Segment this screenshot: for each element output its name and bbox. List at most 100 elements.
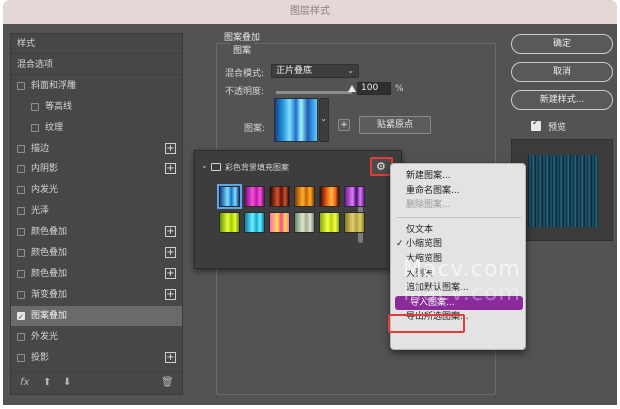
style-item[interactable]: 外发光 xyxy=(11,327,182,347)
style-item-label: 渐变叠加 xyxy=(31,289,68,300)
style-checkbox[interactable] xyxy=(17,228,25,237)
style-item-label: 样式 xyxy=(17,39,36,49)
chevron-down-icon: ⌄ xyxy=(320,114,327,123)
style-item[interactable]: 颜色叠加 + xyxy=(11,243,182,263)
style-item-label: 描边 xyxy=(31,143,50,154)
menu-item[interactable]: 仅文本 xyxy=(391,223,527,237)
add-effect-icon[interactable]: + xyxy=(165,351,176,363)
menu-item[interactable]: 新建图案... xyxy=(391,169,527,183)
style-checkbox[interactable] xyxy=(31,123,39,132)
add-effect-icon[interactable]: + xyxy=(165,267,176,279)
style-item[interactable]: 样式 xyxy=(11,34,182,54)
blend-mode-select[interactable]: 正片叠底 ⌄ xyxy=(271,64,359,78)
style-item[interactable]: 等高线 xyxy=(11,97,182,117)
style-item[interactable]: 光泽 xyxy=(11,201,182,221)
opacity-slider-track[interactable] xyxy=(276,91,352,94)
menu-separator xyxy=(397,216,521,218)
add-effect-icon[interactable]: + xyxy=(165,226,176,238)
gear-icon: ⚙ xyxy=(376,160,386,173)
chevron-down-icon[interactable]: ⌄ xyxy=(201,161,208,170)
style-item[interactable]: 渐变叠加 + xyxy=(11,285,182,305)
pattern-tile-purple[interactable] xyxy=(344,186,365,207)
menu-item-label: 仅文本 xyxy=(406,224,434,235)
style-checkbox[interactable] xyxy=(17,186,25,195)
menu-item-label: 删除图案... xyxy=(406,200,451,211)
style-checkbox[interactable] xyxy=(17,249,25,257)
style-checkbox[interactable] xyxy=(31,102,39,111)
style-checkbox[interactable] xyxy=(17,290,25,299)
style-item-label: 图案叠加 xyxy=(31,310,68,321)
pattern-tile-fire[interactable] xyxy=(319,186,340,207)
style-checkbox[interactable] xyxy=(17,307,25,327)
style-item[interactable]: 斜面和浮雕 xyxy=(11,76,182,96)
pattern-tile-blue-streak[interactable] xyxy=(217,184,242,209)
style-checkbox[interactable] xyxy=(17,165,25,174)
add-effect-icon[interactable]: + xyxy=(165,142,176,154)
style-item-label: 投影 xyxy=(31,352,50,363)
style-item-label: 内发光 xyxy=(31,185,59,196)
arrow-up-icon[interactable]: ⬆ xyxy=(43,377,51,388)
watermark-text-faint: Macv.com xyxy=(403,281,521,306)
import-callout-frame xyxy=(388,314,465,333)
style-item[interactable]: 纹理 xyxy=(11,118,182,138)
style-item[interactable]: 投影 + xyxy=(11,348,182,368)
opacity-label: 不透明度: xyxy=(225,87,265,97)
pattern-tile-orange[interactable] xyxy=(294,186,315,207)
add-effect-icon[interactable]: + xyxy=(165,163,176,175)
pattern-tile-dark-red[interactable] xyxy=(269,186,290,207)
trash-icon[interactable]: 🗑 xyxy=(161,377,174,388)
style-item[interactable]: 混合选项 xyxy=(11,55,182,75)
arrow-down-icon[interactable]: ⬇ xyxy=(63,377,71,388)
new-preset-icon[interactable]: + xyxy=(338,119,350,131)
style-item-label: 光泽 xyxy=(31,206,50,217)
pattern-picker-toggle[interactable]: ⌄ xyxy=(319,98,329,142)
menu-item-label: 新建图案... xyxy=(406,171,451,181)
style-item-label: 混合选项 xyxy=(17,59,54,70)
style-item[interactable]: 描边 + xyxy=(11,139,182,159)
pattern-picker-popup: ⌄ 彩色背景填充图案 ⚙ xyxy=(194,150,402,269)
pattern-tile-pink[interactable] xyxy=(269,212,290,233)
pattern-tile-sage[interactable] xyxy=(294,212,315,233)
style-item-label: 内阴影 xyxy=(31,164,59,175)
style-item[interactable]: 图案叠加 xyxy=(11,305,182,327)
pattern-group-header[interactable]: ⌄ 彩色背景填充图案 xyxy=(195,159,380,177)
preview-label: 预览 xyxy=(548,123,567,133)
menu-item: 删除图案... xyxy=(391,198,527,212)
style-checkbox[interactable] xyxy=(17,332,25,341)
style-checkbox[interactable] xyxy=(17,207,25,216)
opacity-slider-thumb[interactable] xyxy=(348,85,356,92)
pattern-label: 图案: xyxy=(244,124,266,134)
add-effect-icon[interactable]: + xyxy=(165,288,176,300)
style-item[interactable]: 内阴影 + xyxy=(11,159,182,179)
style-checkbox[interactable] xyxy=(17,353,25,362)
pattern-swatch[interactable] xyxy=(274,98,318,142)
style-checkbox[interactable] xyxy=(17,144,25,153)
snap-to-origin-button[interactable]: 贴紧原点 xyxy=(359,116,431,134)
menu-item[interactable]: ✓ 小缩览图 xyxy=(391,237,527,251)
style-item[interactable]: 内发光 xyxy=(11,180,182,200)
menu-item[interactable]: 重命名图案... xyxy=(391,184,527,198)
fx-menu-button[interactable]: fx xyxy=(20,377,29,388)
dialog-title: 图层样式 xyxy=(3,0,617,24)
pattern-tile-yellow-green[interactable] xyxy=(319,212,340,233)
chevron-down-icon: ⌄ xyxy=(347,66,354,75)
pattern-tile-cyan[interactable] xyxy=(244,212,265,233)
pattern-tile-olive[interactable] xyxy=(344,212,365,233)
ok-button[interactable]: 确定 xyxy=(511,34,613,54)
style-item[interactable]: 颜色叠加 + xyxy=(11,264,182,284)
pattern-tile-magenta[interactable] xyxy=(244,186,265,207)
style-preview-thumbnail xyxy=(528,155,598,227)
group-title: 图案 xyxy=(230,43,255,56)
opacity-input[interactable]: 100 xyxy=(357,82,391,95)
style-item-label: 斜面和浮雕 xyxy=(31,80,77,91)
blend-mode-label: 混合模式: xyxy=(225,69,265,79)
style-checkbox[interactable] xyxy=(17,269,25,278)
style-checkbox[interactable] xyxy=(17,81,25,90)
watermark-text: Macv.com xyxy=(403,257,521,282)
add-effect-icon[interactable]: + xyxy=(165,247,176,258)
preview-checkbox[interactable] xyxy=(531,118,541,131)
cancel-button[interactable]: 取消 xyxy=(511,62,613,82)
pattern-tile-lime[interactable] xyxy=(219,212,240,233)
new-style-button[interactable]: 新建样式... xyxy=(511,90,613,110)
style-item[interactable]: 颜色叠加 + xyxy=(11,222,182,242)
